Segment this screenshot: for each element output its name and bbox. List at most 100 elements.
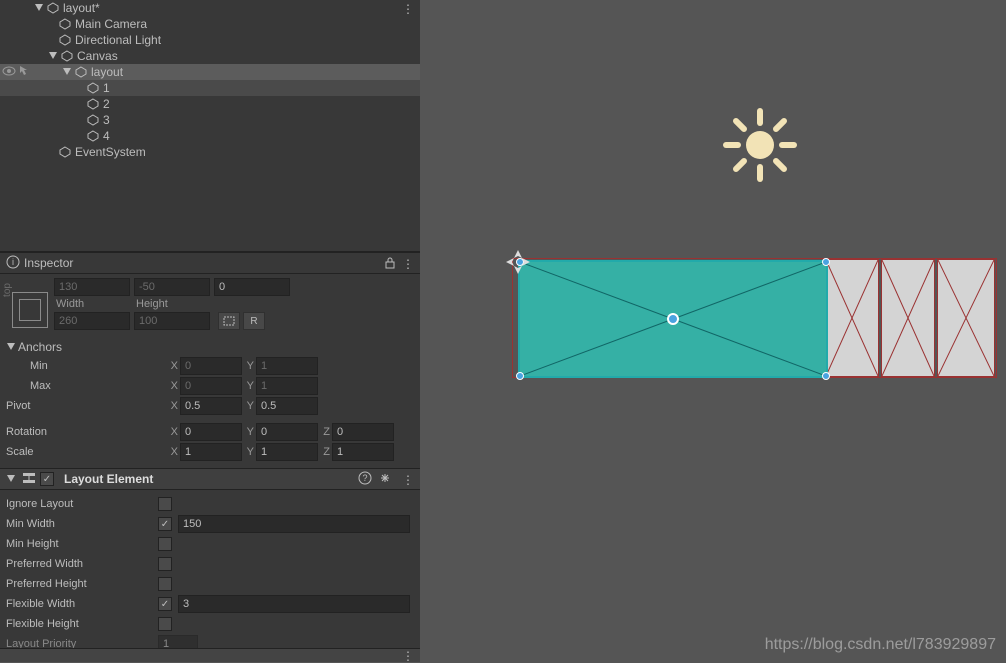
preferred-height-checkbox[interactable] bbox=[158, 577, 172, 591]
lock-icon[interactable] bbox=[384, 257, 396, 272]
x-axis-label: X bbox=[166, 400, 178, 412]
scale-z-field[interactable] bbox=[332, 443, 394, 461]
scene-viewport[interactable]: https://blog.csdn.net/l783929897 bbox=[420, 0, 1006, 662]
pivot-label: Pivot bbox=[6, 400, 166, 412]
hierarchy-row-canvas[interactable]: Canvas bbox=[0, 48, 420, 64]
footer-bar: ⋮ bbox=[0, 648, 420, 662]
hierarchy-row-layout[interactable]: layout bbox=[0, 64, 420, 80]
hierarchy-row-directional-light[interactable]: Directional Light bbox=[0, 32, 420, 48]
height-label: Height bbox=[134, 298, 210, 310]
anchor-preset-button[interactable] bbox=[12, 292, 48, 328]
hierarchy-row-child-2[interactable]: 2 bbox=[0, 96, 420, 112]
rotation-z-field[interactable] bbox=[332, 423, 394, 441]
resize-handle-bl[interactable] bbox=[516, 372, 524, 380]
z-axis-label: Z bbox=[318, 426, 330, 438]
anchor-gizmo[interactable] bbox=[504, 248, 532, 279]
info-icon: i bbox=[6, 255, 20, 272]
min-width-label: Min Width bbox=[6, 518, 158, 530]
hierarchy-row-child-1[interactable]: 1 bbox=[0, 80, 420, 96]
resize-handle-tr[interactable] bbox=[822, 258, 830, 266]
raw-mode-button[interactable]: R bbox=[243, 312, 265, 330]
rect-transform-section: top Width Height bbox=[0, 274, 420, 338]
ignore-layout-checkbox[interactable] bbox=[158, 497, 172, 511]
inspector-panel: i Inspector ⋮ top Width Hei bbox=[0, 252, 420, 662]
object-label: 3 bbox=[103, 113, 110, 127]
height-field[interactable] bbox=[134, 312, 210, 330]
hierarchy-row-scene[interactable]: layout* bbox=[0, 0, 420, 16]
rotation-label: Rotation bbox=[6, 426, 166, 438]
component-enabled-checkbox[interactable] bbox=[40, 472, 54, 486]
anchors-foldout[interactable]: Anchors bbox=[6, 338, 414, 356]
foldout-open-icon[interactable] bbox=[48, 51, 58, 61]
hierarchy-panel: ⋮ layout* Main Camera Directional Light … bbox=[0, 0, 420, 252]
anchor-min-x-field[interactable] bbox=[180, 357, 242, 375]
object-label: 1 bbox=[103, 81, 110, 95]
gameobject-icon bbox=[86, 81, 100, 95]
flexible-height-checkbox[interactable] bbox=[158, 617, 172, 631]
selected-ui-element[interactable] bbox=[518, 260, 828, 378]
layout-element-icon bbox=[22, 471, 36, 488]
x-axis-label: X bbox=[166, 446, 178, 458]
inspector-options-icon[interactable]: ⋮ bbox=[402, 257, 414, 271]
component-options-icon[interactable]: ⋮ bbox=[402, 473, 414, 487]
scale-label: Scale bbox=[6, 446, 166, 458]
hierarchy-row-child-3[interactable]: 3 bbox=[0, 112, 420, 128]
pos-z-field[interactable] bbox=[214, 278, 290, 296]
foldout-open-icon bbox=[6, 342, 16, 352]
width-field[interactable] bbox=[54, 312, 130, 330]
rotation-x-field[interactable] bbox=[180, 423, 242, 441]
min-height-label: Min Height bbox=[6, 538, 158, 550]
pos-x-field[interactable] bbox=[54, 278, 130, 296]
min-width-checkbox[interactable] bbox=[158, 517, 172, 531]
width-label: Width bbox=[54, 298, 130, 310]
layout-slot-3 bbox=[881, 259, 935, 377]
hierarchy-row-child-4[interactable]: 4 bbox=[0, 128, 420, 144]
min-height-checkbox[interactable] bbox=[158, 537, 172, 551]
anchor-max-x-field[interactable] bbox=[180, 377, 242, 395]
footer-kebab-icon[interactable]: ⋮ bbox=[402, 649, 414, 663]
flexible-width-checkbox[interactable] bbox=[158, 597, 172, 611]
svg-text:i: i bbox=[12, 257, 14, 267]
min-width-field[interactable] bbox=[178, 515, 410, 533]
layout-slot-4 bbox=[937, 259, 995, 377]
scene-name: layout* bbox=[63, 1, 100, 15]
y-axis-label: Y bbox=[242, 446, 254, 458]
ignore-layout-label: Ignore Layout bbox=[6, 498, 158, 510]
pickability-icon[interactable] bbox=[18, 65, 28, 80]
layout-element-header[interactable]: Layout Element ? ⋮ bbox=[0, 468, 420, 490]
preset-icon[interactable] bbox=[378, 471, 392, 488]
pivot-y-field[interactable] bbox=[256, 397, 318, 415]
anchor-max-y-field[interactable] bbox=[256, 377, 318, 395]
visibility-icon[interactable] bbox=[2, 65, 16, 79]
object-label: Canvas bbox=[77, 49, 118, 63]
foldout-open-icon[interactable] bbox=[62, 67, 72, 77]
foldout-open-icon[interactable] bbox=[34, 3, 44, 13]
object-label: 2 bbox=[103, 97, 110, 111]
rotation-y-field[interactable] bbox=[256, 423, 318, 441]
inspector-header: i Inspector ⋮ bbox=[0, 252, 420, 274]
pivot-x-field[interactable] bbox=[180, 397, 242, 415]
anchors-label: Anchors bbox=[18, 340, 62, 354]
scale-x-field[interactable] bbox=[180, 443, 242, 461]
resize-handle-br[interactable] bbox=[822, 372, 830, 380]
pivot-handle[interactable] bbox=[667, 313, 679, 325]
y-axis-label: Y bbox=[242, 380, 254, 392]
blueprint-mode-button[interactable] bbox=[218, 312, 240, 330]
flexible-width-field[interactable] bbox=[178, 595, 410, 613]
flexible-height-label: Flexible Height bbox=[6, 618, 158, 630]
preferred-width-checkbox[interactable] bbox=[158, 557, 172, 571]
hierarchy-row-eventsystem[interactable]: EventSystem bbox=[0, 144, 420, 160]
gameobject-icon bbox=[60, 49, 74, 63]
x-axis-label: X bbox=[166, 360, 178, 372]
pos-y-field[interactable] bbox=[134, 278, 210, 296]
watermark-text: https://blog.csdn.net/l783929897 bbox=[765, 636, 996, 654]
y-axis-label: Y bbox=[242, 360, 254, 372]
layout-slot-2 bbox=[825, 259, 879, 377]
z-axis-label: Z bbox=[318, 446, 330, 458]
hierarchy-row-main-camera[interactable]: Main Camera bbox=[0, 16, 420, 32]
gameobject-icon bbox=[86, 97, 100, 111]
y-axis-label: Y bbox=[242, 400, 254, 412]
scale-y-field[interactable] bbox=[256, 443, 318, 461]
anchor-min-y-field[interactable] bbox=[256, 357, 318, 375]
help-icon[interactable]: ? bbox=[358, 471, 372, 488]
